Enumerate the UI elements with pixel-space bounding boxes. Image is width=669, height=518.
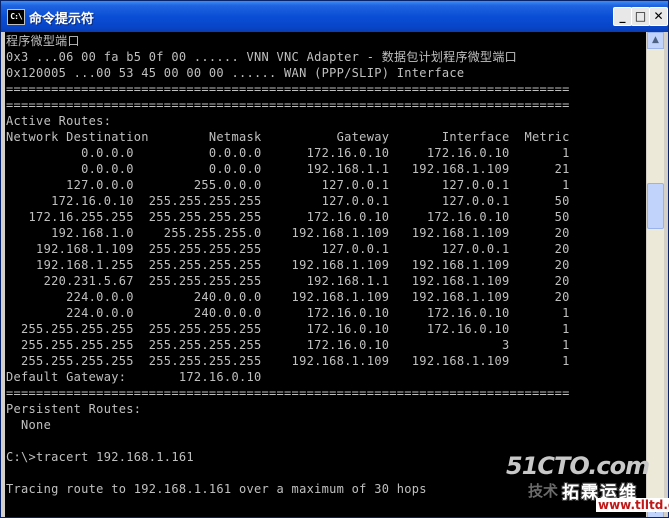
console-line: 0.0.0.0 0.0.0.0 192.168.1.1 192.168.1.10… bbox=[6, 162, 570, 176]
console-line: Tracing route to 192.168.1.161 over a ma… bbox=[6, 482, 427, 496]
console-line: 192.168.1.109 255.255.255.255 127.0.0.1 … bbox=[6, 242, 570, 256]
console-line: 127.0.0.0 255.0.0.0 127.0.0.1 127.0.0.1 … bbox=[6, 178, 570, 192]
console-line: 255.255.255.255 255.255.255.255 192.168.… bbox=[6, 354, 570, 368]
console-line: C:\>tracert 192.168.1.161 bbox=[6, 450, 194, 464]
maximize-button[interactable]: □ bbox=[631, 7, 650, 26]
console-line: ========================================… bbox=[6, 98, 570, 112]
cmd-window: C:\ 命令提示符 _ □ ✕ 程序微型端口 0x3 ...06 00 fa b5… bbox=[0, 0, 669, 518]
console-line: 172.16.0.10 255.255.255.255 127.0.0.1 12… bbox=[6, 194, 570, 208]
cmd-app-icon[interactable]: C:\ bbox=[7, 9, 25, 25]
window-title: 命令提示符 bbox=[29, 12, 95, 27]
console-line: ========================================… bbox=[6, 386, 570, 400]
console-line: Persistent Routes: bbox=[6, 402, 142, 416]
console-line: 224.0.0.0 240.0.0.0 192.168.1.109 192.16… bbox=[6, 290, 570, 304]
console-line: 172.16.255.255 255.255.255.255 172.16.0.… bbox=[6, 210, 570, 224]
console-output-area[interactable]: 程序微型端口 0x3 ...06 00 fa b5 0f 00 ...... VN… bbox=[5, 32, 646, 517]
console-line: 程序微型端口 bbox=[6, 34, 80, 48]
console-line: 220.231.5.67 255.255.255.255 192.168.1.1… bbox=[6, 274, 570, 288]
console-line: 0x120005 ...00 53 45 00 00 00 ...... WAN… bbox=[6, 66, 465, 80]
console-line: 255.255.255.255 255.255.255.255 172.16.0… bbox=[6, 338, 570, 352]
title-bar[interactable]: C:\ 命令提示符 _ □ ✕ bbox=[1, 1, 668, 32]
console-line: 255.255.255.255 255.255.255.255 172.16.0… bbox=[6, 322, 570, 336]
console-text: 程序微型端口 0x3 ...06 00 fa b5 0f 00 ...... VN… bbox=[6, 33, 570, 497]
console-line: Active Routes: bbox=[6, 114, 112, 128]
console-line: Network Destination Netmask Gateway Inte… bbox=[6, 130, 570, 144]
console-line: 0x3 ...06 00 fa b5 0f 00 ...... VNN VNC … bbox=[6, 50, 517, 64]
console-line: 0.0.0.0 0.0.0.0 172.16.0.10 172.16.0.10 … bbox=[6, 146, 570, 160]
vertical-scrollbar[interactable]: ▲ ▼ bbox=[647, 32, 664, 517]
scroll-down-arrow-icon[interactable]: ▼ bbox=[647, 502, 664, 517]
minimize-button[interactable]: _ bbox=[613, 7, 632, 26]
close-button[interactable]: ✕ bbox=[649, 7, 668, 26]
console-line: 224.0.0.0 240.0.0.0 172.16.0.10 172.16.0… bbox=[6, 306, 570, 320]
console-line: 192.168.1.0 255.255.255.0 192.168.1.109 … bbox=[6, 226, 570, 240]
console-line: ========================================… bbox=[6, 82, 570, 96]
console-line: Default Gateway: 172.16.0.10 bbox=[6, 370, 262, 384]
console-line: 192.168.1.255 255.255.255.255 192.168.1.… bbox=[6, 258, 570, 272]
scroll-up-arrow-icon[interactable]: ▲ bbox=[647, 32, 664, 49]
scrollbar-thumb[interactable] bbox=[647, 183, 664, 229]
console-line: None bbox=[6, 418, 52, 432]
